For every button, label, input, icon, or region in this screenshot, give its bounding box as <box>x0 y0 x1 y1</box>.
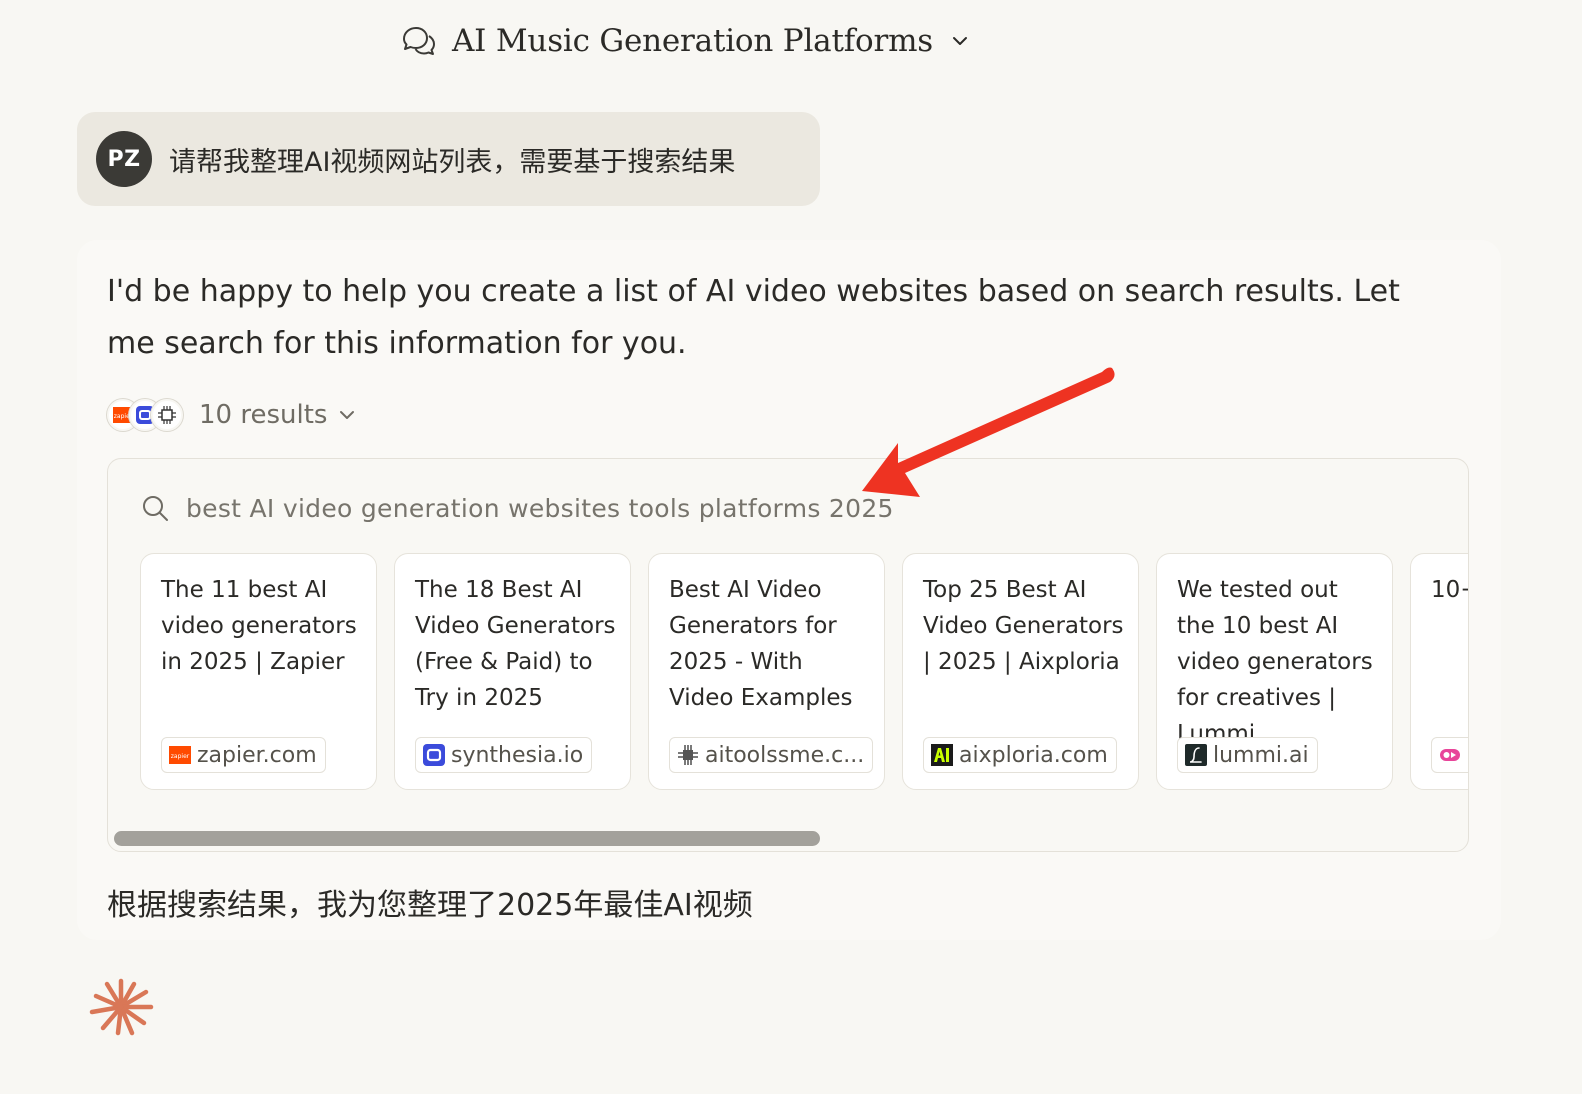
results-count[interactable]: 10 results <box>199 400 327 430</box>
pink-link-icon <box>1439 744 1461 766</box>
conversation-title: AI Music Generation Platforms <box>452 23 933 59</box>
aixploria-icon <box>931 744 953 766</box>
search-results-toggle[interactable]: zapier 10 results <box>107 396 357 434</box>
result-source-domain: aitoolssme.c... <box>705 742 865 768</box>
assistant-intro-text: I'd be happy to help you create a list o… <box>107 274 1400 361</box>
result-source[interactable]: aixploria.com <box>923 737 1117 773</box>
result-source[interactable]: aitoolssme.c... <box>669 737 874 773</box>
svg-text:zapier: zapier <box>171 753 190 760</box>
assistant-followup-text: 根据搜索结果，我为您整理了2025年最佳AI视频 <box>107 888 753 923</box>
lummi-icon <box>1185 744 1207 766</box>
result-card-title: The 18 Best AI Video Generators (Free & … <box>415 577 616 711</box>
result-card[interactable]: Top 25 Best AI Video Generators | 2025 |… <box>902 553 1139 790</box>
result-cards: The 11 best AI video generators in 2025 … <box>140 553 1468 790</box>
search-query-text: best AI video generation websites tools … <box>186 493 894 523</box>
result-source-domain: aixploria.com <box>959 742 1108 768</box>
result-source-domain: zapier.com <box>197 742 317 768</box>
result-card-title: Best AI Video Generators for 2025 - With… <box>669 577 853 711</box>
chat-bubbles-icon <box>403 27 435 55</box>
result-card[interactable]: Best AI Video Generators for 2025 - With… <box>648 553 885 790</box>
horizontal-scrollbar[interactable] <box>114 831 820 846</box>
aitoolssme-icon <box>151 399 183 431</box>
result-card[interactable]: The 11 best AI video generators in 2025 … <box>140 553 377 790</box>
search-icon <box>143 496 168 521</box>
result-card[interactable]: The 18 Best AI Video Generators (Free & … <box>394 553 631 790</box>
result-card-title: Top 25 Best AI Video Generators | 2025 |… <box>923 577 1124 675</box>
result-source[interactable] <box>1431 737 1468 773</box>
result-card[interactable]: We tested out the 10 best AI video gener… <box>1156 553 1393 790</box>
zapier-icon: zapier <box>169 744 191 766</box>
result-source[interactable]: zapier zapier.com <box>161 737 326 773</box>
search-results-panel: best AI video generation websites tools … <box>107 458 1469 852</box>
result-card-title: The 11 best AI video generators in 2025 … <box>161 577 357 675</box>
result-card-title: 10+ Gen [20 <box>1431 577 1468 603</box>
result-source-domain: synthesia.io <box>451 742 584 768</box>
result-source[interactable]: synthesia.io <box>415 737 593 773</box>
avatar[interactable]: PZ <box>96 131 152 187</box>
conversation-header[interactable]: AI Music Generation Platforms <box>400 18 971 64</box>
chevron-down-icon[interactable] <box>949 30 971 52</box>
result-source[interactable]: lummi.ai <box>1177 737 1318 773</box>
aitoolssme-icon <box>677 744 699 766</box>
result-card-title: We tested out the 10 best AI video gener… <box>1177 577 1373 747</box>
user-message: PZ 请帮我整理AI视频网站列表，需要基于搜索结果 <box>77 112 820 206</box>
result-source-domain: lummi.ai <box>1213 742 1309 768</box>
search-query: best AI video generation websites tools … <box>140 493 894 523</box>
synthesia-icon <box>423 744 445 766</box>
claude-spark-icon <box>89 978 154 1036</box>
result-card[interactable]: 10+ Gen [20 <box>1410 553 1468 790</box>
chevron-down-icon[interactable] <box>337 405 357 425</box>
user-message-text: 请帮我整理AI视频网站列表，需要基于搜索结果 <box>169 146 736 178</box>
source-favicons: zapier <box>107 399 183 431</box>
